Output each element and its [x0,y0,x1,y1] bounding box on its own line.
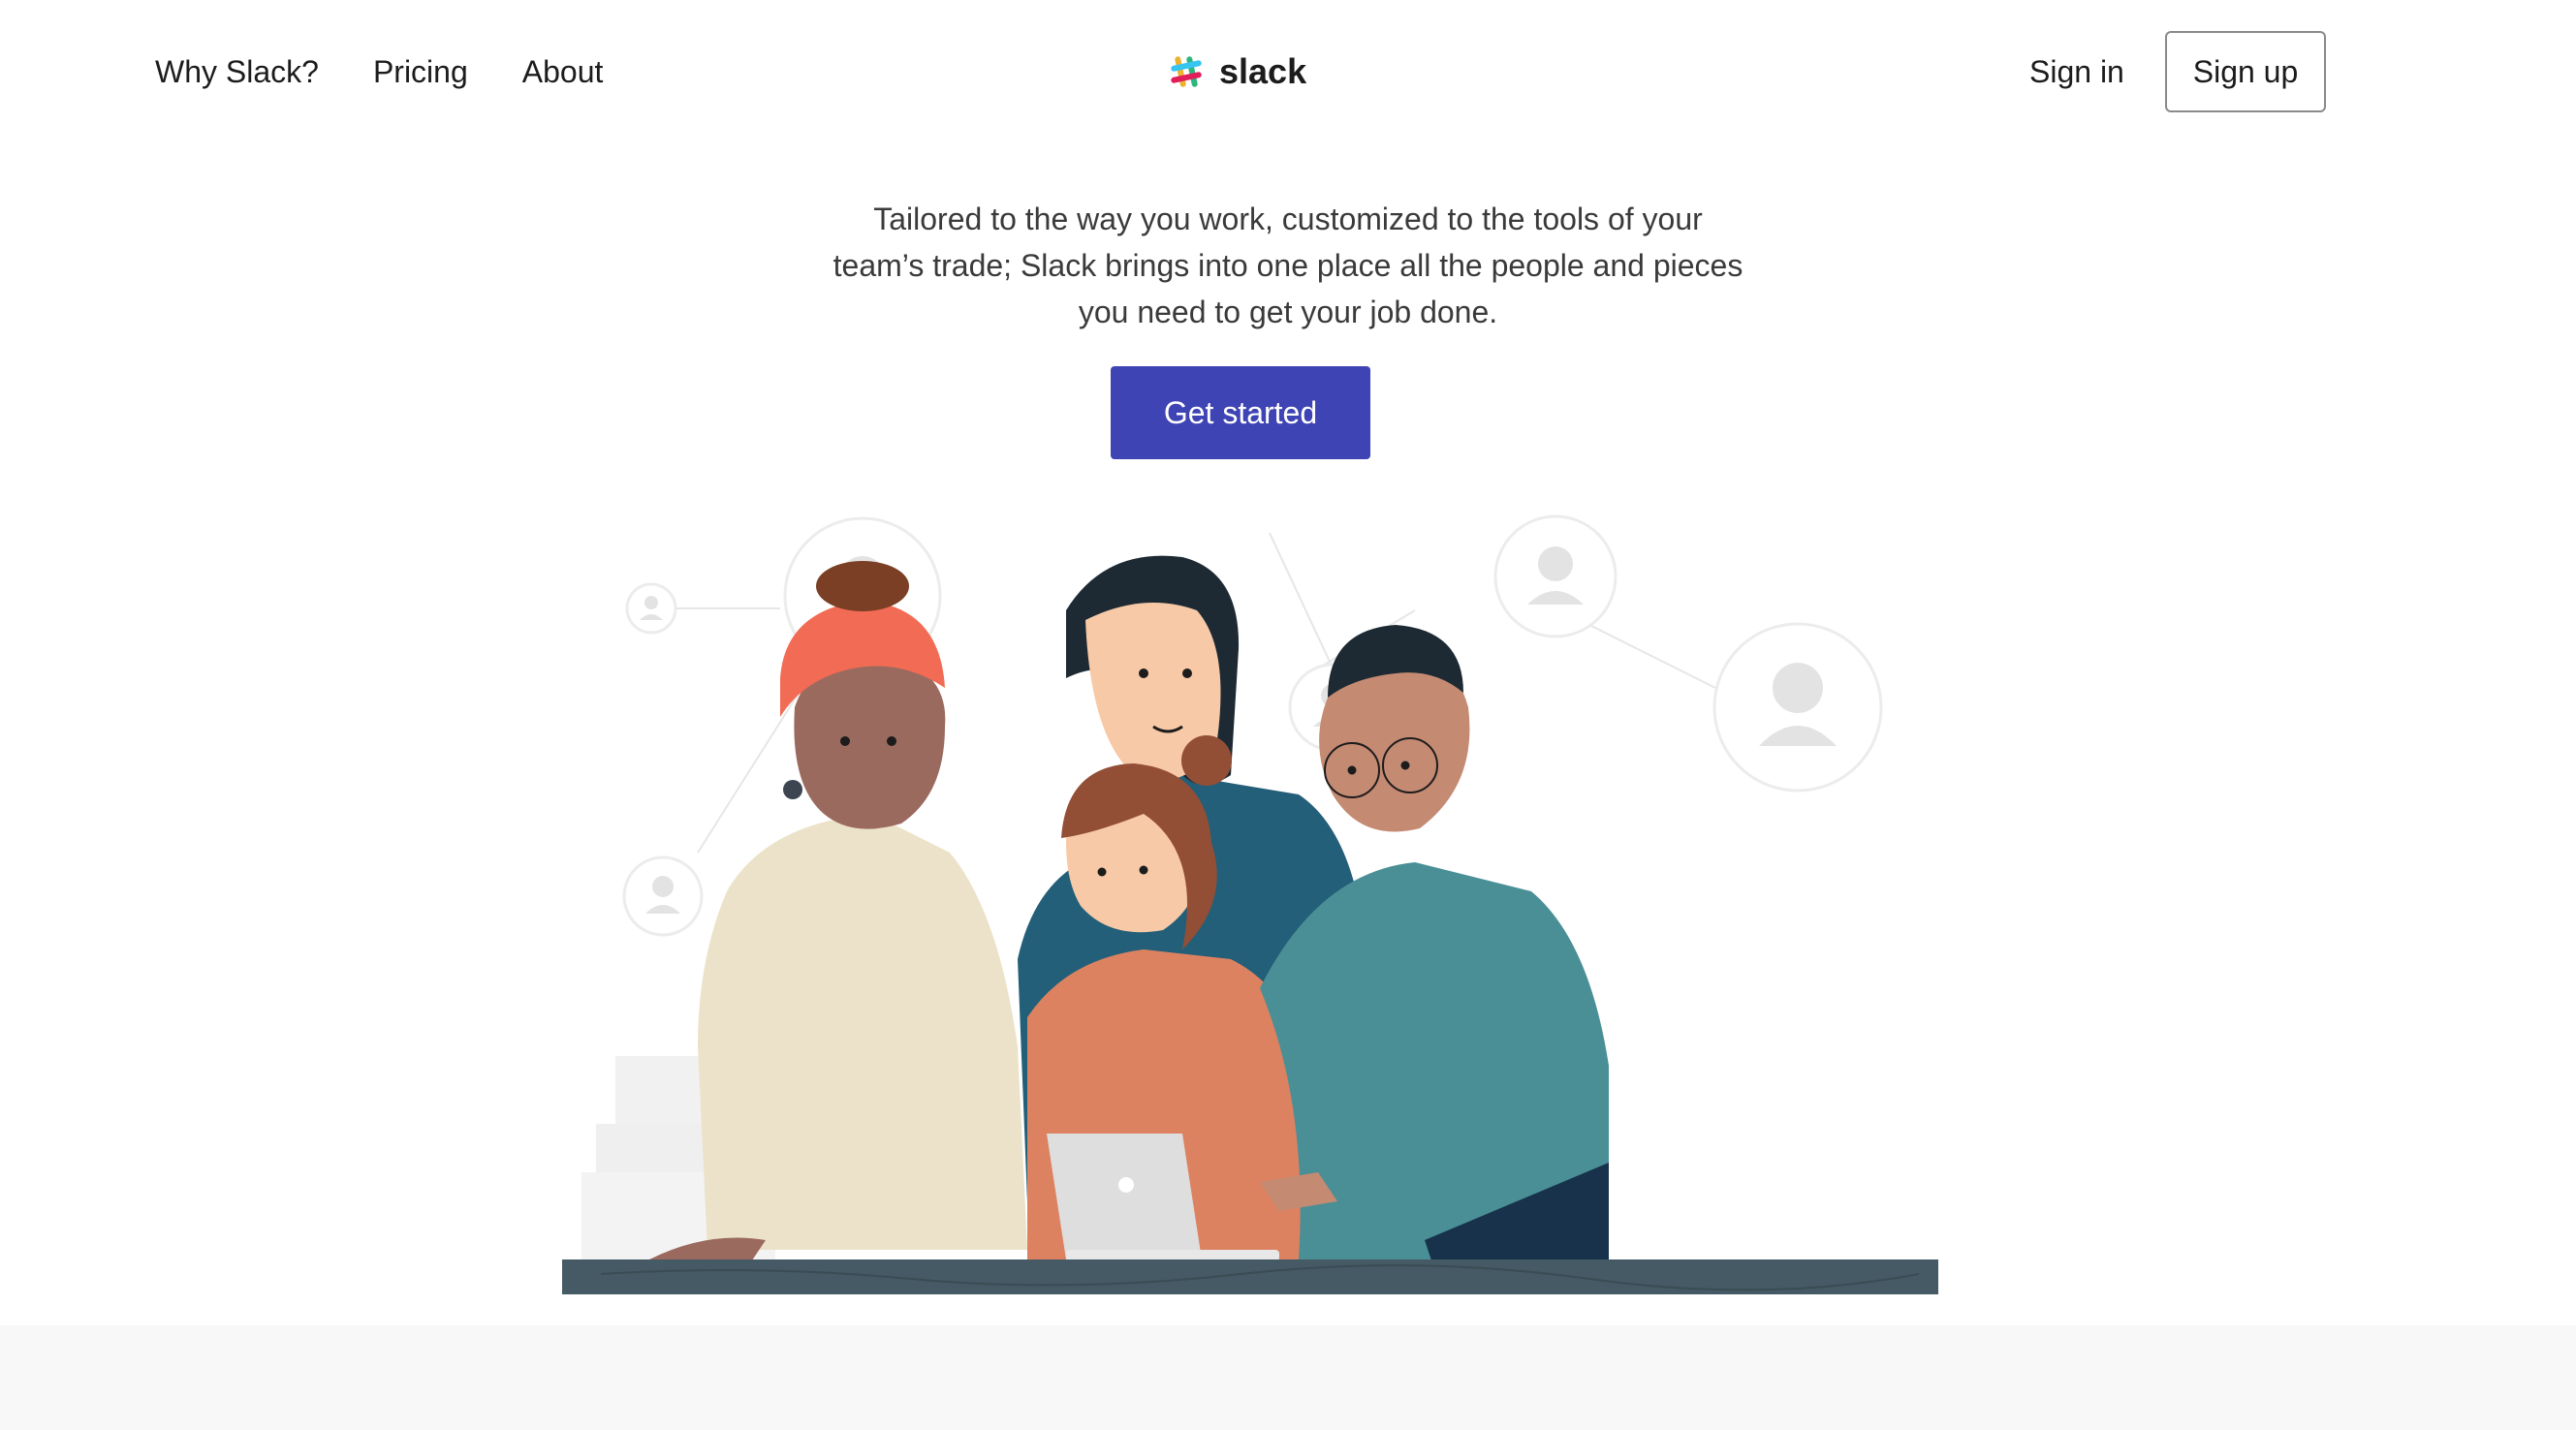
team-collaboration-illustration [562,514,1938,1294]
footer-band [0,1325,2576,1430]
sign-up-button[interactable]: Sign up [2165,31,2326,112]
slack-hash-icon [1171,56,1202,87]
hero-description: Tailored to the way you work, customized… [707,196,1869,335]
desk [562,1259,1938,1294]
primary-nav: Why Slack? Pricing About [155,50,603,93]
nav-pricing[interactable]: Pricing [373,50,468,93]
sign-in-link[interactable]: Sign in [2029,50,2124,93]
avatar-circle [625,582,677,635]
avatar-circle [1712,622,1883,793]
brand-logo[interactable]: slack [1169,48,1306,95]
nav-about[interactable]: About [522,50,604,93]
hero-line: team’s trade; Slack brings into one plac… [832,248,1744,283]
avatar-circle [1493,514,1618,638]
hero-line: you need to get your job done. [1078,295,1498,329]
hero-line: Tailored to the way you work, customized… [873,202,1703,236]
get-started-button[interactable]: Get started [1111,366,1370,459]
nav-why-slack[interactable]: Why Slack? [155,50,319,93]
avatar-circle [622,855,704,937]
brand-wordmark: slack [1219,51,1307,91]
